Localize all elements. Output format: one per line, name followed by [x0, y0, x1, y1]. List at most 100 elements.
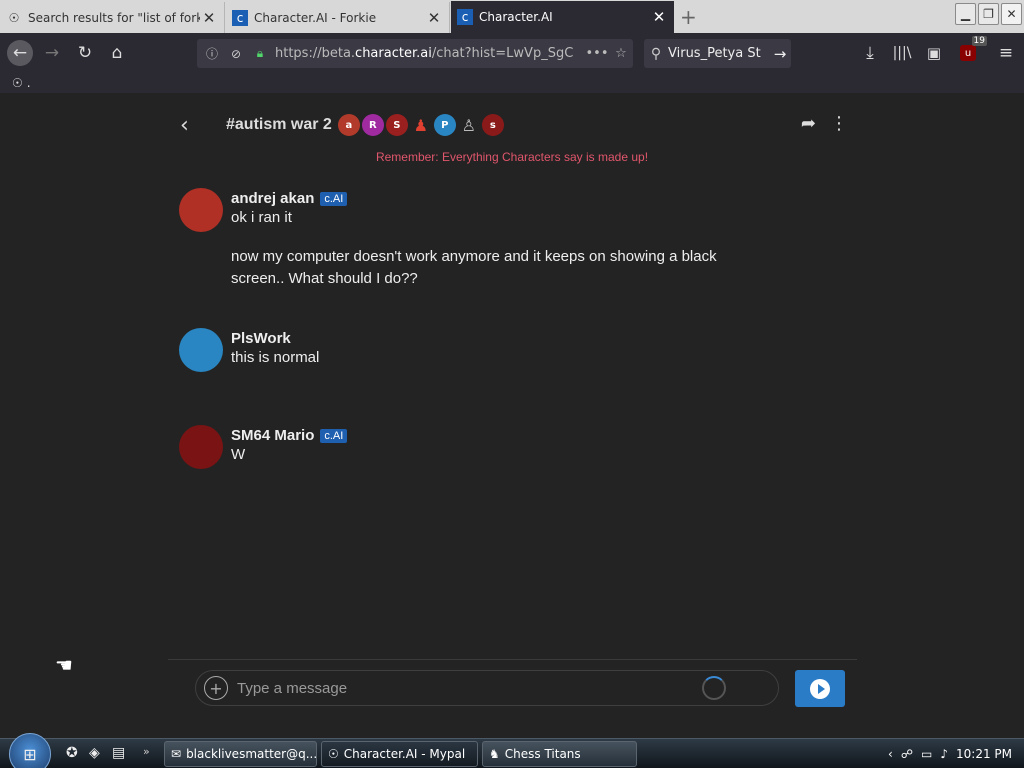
- chevron-right-icon[interactable]: »: [143, 745, 150, 758]
- clock[interactable]: 10:21 PM: [956, 747, 1012, 761]
- send-button[interactable]: [795, 670, 845, 707]
- hamburger-menu-icon[interactable]: ≡: [993, 40, 1019, 66]
- url-domain: character.ai: [355, 46, 432, 61]
- close-tab-icon[interactable]: ✕: [200, 9, 218, 27]
- chat-message: SM64 Mario c.AI W: [179, 425, 779, 469]
- message-composer: +: [195, 670, 779, 706]
- bookmark-star-icon[interactable]: ☆: [609, 46, 633, 61]
- room-title: #autism war 2: [226, 116, 332, 133]
- search-bar[interactable]: ⚲ Virus_Petya St →: [644, 39, 791, 68]
- message-author-row: SM64 Mario c.AI: [231, 427, 348, 444]
- message-author[interactable]: PlsWork: [231, 330, 291, 347]
- start-button[interactable]: ⊞: [9, 733, 51, 768]
- ublock-origin-icon[interactable]: u 19: [955, 36, 987, 66]
- sidebar-icon[interactable]: ▣: [921, 40, 947, 66]
- forward-arrow-icon[interactable]: →: [39, 40, 65, 66]
- message-author[interactable]: andrej akan: [231, 190, 314, 207]
- close-tab-icon[interactable]: ✕: [425, 9, 443, 27]
- participant-avatar[interactable]: P: [433, 114, 456, 136]
- bookmark-favicon-icon: ☉: [12, 76, 23, 90]
- character-ai-icon: c: [457, 9, 473, 25]
- back-arrow-icon[interactable]: ←: [7, 40, 33, 66]
- avatar[interactable]: [179, 188, 223, 232]
- message-text: now my computer doesn't work anymore and…: [231, 248, 721, 287]
- tab-search-results[interactable]: ☉ Search results for "list of forkie ✕: [0, 2, 225, 33]
- page-actions-icon[interactable]: •••: [585, 46, 609, 61]
- participant-avatar[interactable]: S: [385, 114, 408, 136]
- add-attachment-icon[interactable]: +: [204, 676, 228, 700]
- taskbar-item-email[interactable]: ✉ blacklivesmatter@q...: [164, 741, 317, 767]
- participant-avatars: a R S ♟ P ♙ s: [337, 114, 504, 136]
- show-desktop-icon[interactable]: ▤: [112, 745, 125, 761]
- participant-avatar[interactable]: s: [481, 114, 504, 136]
- mail-icon: ✉: [171, 747, 182, 761]
- windows-taskbar: ⊞ ✪ ◈ ▤ » ✉ blacklivesmatter@q... ☉ Char…: [0, 733, 1024, 768]
- message-text: this is normal: [231, 349, 320, 366]
- taskbar-item-label: Character.AI - Mypal: [343, 747, 466, 761]
- home-icon[interactable]: ⌂: [104, 40, 130, 66]
- bookmarks-toolbar: ☉ .: [0, 73, 1024, 93]
- library-icon[interactable]: |||\: [889, 40, 915, 66]
- quicklaunch-app-icon[interactable]: ◈: [89, 745, 100, 761]
- page-content: ‹ #autism war 2 a R S ♟ P ♙ s ➦ ⋮ Rememb…: [0, 93, 1024, 738]
- participant-avatar[interactable]: ♙: [458, 114, 480, 136]
- taskbar-item-label: Chess Titans: [504, 747, 581, 761]
- character-ai-icon: c: [232, 9, 248, 26]
- tab-character-ai[interactable]: c Character.AI ✕: [451, 1, 674, 33]
- url-text[interactable]: https://beta.character.ai/chat?hist=LwVp…: [275, 46, 585, 61]
- avatar[interactable]: [179, 328, 223, 372]
- tracking-protection-icon[interactable]: ⊘: [227, 47, 245, 61]
- chess-icon: ♞: [489, 747, 500, 761]
- chevron-left-icon[interactable]: ‹: [180, 113, 206, 138]
- search-icon: ⚲: [650, 45, 662, 62]
- message-input[interactable]: [237, 679, 702, 697]
- minimize-icon[interactable]: ▁: [955, 3, 976, 25]
- navigation-toolbar: ← → ↻ ⌂ ⓘ ⊘ 🔒︎ https://beta.character.ai…: [0, 33, 1024, 73]
- message-author-row: PlsWork: [231, 330, 319, 347]
- share-icon[interactable]: ➦: [801, 113, 816, 134]
- info-icon[interactable]: ⓘ: [203, 45, 221, 62]
- window-controls: ▁ ❐ ✕: [955, 3, 1022, 25]
- downloads-icon[interactable]: ⤓: [857, 40, 883, 66]
- participant-avatar[interactable]: R: [361, 114, 384, 136]
- taskbar-item-chess[interactable]: ♞ Chess Titans: [482, 741, 637, 767]
- restore-icon[interactable]: ❐: [978, 3, 999, 25]
- tab-character-ai-forkie[interactable]: c Character.AI - Forkie ✕: [226, 2, 450, 33]
- system-tray: ‹ ☍ ▭ ♪ 10:21 PM: [882, 739, 1024, 768]
- chevron-left-icon[interactable]: ‹: [888, 747, 893, 761]
- message-body: PlsWork this is normal: [231, 330, 319, 372]
- participant-avatar[interactable]: a: [337, 114, 360, 136]
- loading-spinner-icon: [702, 676, 726, 700]
- more-options-icon[interactable]: ⋮: [830, 113, 848, 134]
- quicklaunch-app-icon[interactable]: ✪: [66, 745, 78, 761]
- message-body: andrej akan c.AI ok i ran it now my comp…: [231, 190, 751, 290]
- reload-icon[interactable]: ↻: [72, 40, 98, 66]
- url-bar[interactable]: ⓘ ⊘ 🔒︎ https://beta.character.ai/chat?hi…: [197, 39, 633, 68]
- taskbar-item-mypal[interactable]: ☉ Character.AI - Mypal: [321, 741, 478, 767]
- network-tray-icon[interactable]: ☍: [901, 747, 913, 761]
- avatar[interactable]: [179, 425, 223, 469]
- monitor-tray-icon[interactable]: ▭: [921, 747, 932, 761]
- tab-title: Character.AI - Forkie: [254, 10, 377, 25]
- character-badge: c.AI: [320, 428, 348, 443]
- send-icon: [810, 678, 830, 699]
- chat-message: andrej akan c.AI ok i ran it now my comp…: [179, 188, 779, 290]
- close-tab-icon[interactable]: ✕: [650, 8, 668, 26]
- chat-header: ‹ #autism war 2 a R S ♟ P ♙ s ➦ ⋮: [180, 109, 860, 141]
- lock-icon[interactable]: 🔒︎: [251, 46, 269, 61]
- url-prefix: https://beta.: [275, 46, 356, 61]
- header-actions: ➦ ⋮: [801, 113, 848, 134]
- taskbar-item-label: blacklivesmatter@q...: [186, 747, 317, 761]
- tab-title: Search results for "list of forkie: [28, 10, 200, 25]
- mypal-icon: ☉: [8, 10, 20, 25]
- participant-avatar[interactable]: ♟: [410, 114, 432, 136]
- volume-icon[interactable]: ♪: [940, 747, 948, 761]
- close-window-icon[interactable]: ✕: [1001, 3, 1022, 25]
- search-go-arrow-icon[interactable]: →: [769, 45, 791, 63]
- new-tab-icon[interactable]: +: [680, 5, 697, 29]
- disclaimer-text: Remember: Everything Characters say is m…: [375, 150, 649, 164]
- message-author[interactable]: SM64 Mario: [231, 427, 314, 444]
- search-text[interactable]: Virus_Petya St: [668, 46, 769, 61]
- bookmark-item[interactable]: .: [27, 76, 31, 90]
- addon-badge: 19: [971, 36, 987, 46]
